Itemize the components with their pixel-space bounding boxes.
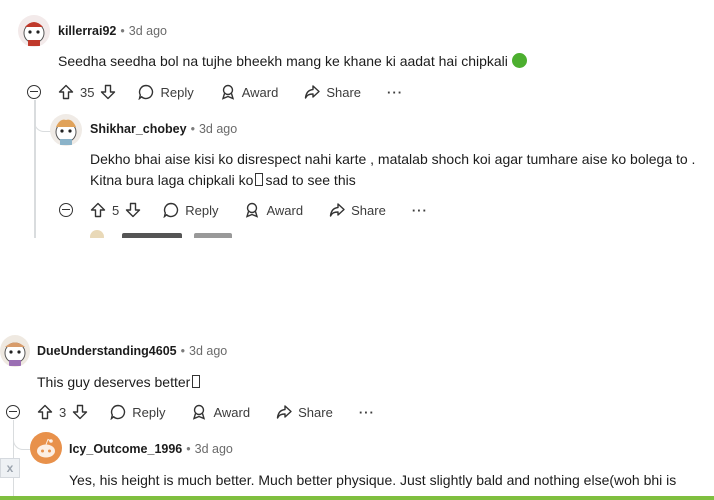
comment-text: Yes, his height is much better. Much bet… <box>69 472 677 488</box>
comment-text-line: Dekho bhai aise kisi ko disrespect nahi … <box>90 151 696 167</box>
share-button[interactable]: Share <box>329 202 386 218</box>
share-icon <box>329 203 345 217</box>
more-options-icon: ··· <box>411 202 428 218</box>
more-options-icon: ··· <box>387 84 404 100</box>
avatar[interactable] <box>18 15 50 47</box>
timestamp[interactable]: 3d ago <box>195 442 233 456</box>
collapse-thread-button[interactable] <box>59 203 73 217</box>
snoo-avatar-icon <box>55 119 77 145</box>
award-icon <box>246 202 259 218</box>
share-icon <box>305 85 321 99</box>
comment-body: This guy deserves better <box>37 372 202 393</box>
collapse-thread-button[interactable] <box>27 85 41 99</box>
separator-dot: • <box>120 24 125 38</box>
share-label: Share <box>326 84 362 100</box>
more-options-button[interactable]: ··· <box>412 203 428 218</box>
comment-body: Yes, his height is much better. Much bet… <box>69 470 699 496</box>
vote-group: 5 <box>90 202 141 218</box>
downvote-icon[interactable] <box>125 202 141 218</box>
comment-body: Seedha seedha bol na tujhe bheekh mang k… <box>58 51 527 72</box>
reply-label: Reply <box>160 84 194 100</box>
comment-actions: 35 Reply Award Share ··· <box>58 82 429 102</box>
more-options-icon: ··· <box>358 404 375 420</box>
comment-text: Seedha seedha bol na tujhe bheekh mang k… <box>58 53 508 69</box>
username[interactable]: DueUnderstanding4605 <box>37 344 177 358</box>
downvote-icon[interactable] <box>100 84 116 100</box>
award-label: Award <box>213 404 251 420</box>
snoo-avatar-icon <box>4 342 26 366</box>
comment-text: Kitna bura laga chipkali ko <box>90 172 254 188</box>
comment-bubble-icon <box>138 84 154 100</box>
default-snoo-icon <box>37 438 55 458</box>
comment-meta: killerrai92 • 3d ago <box>58 24 167 38</box>
comment-meta: DueUnderstanding4605 • 3d ago <box>37 344 227 358</box>
comment-text-line: Kitna bura laga chipkali ko sad to see th… <box>90 170 700 191</box>
award-button[interactable]: Award <box>220 84 279 100</box>
username[interactable]: killerrai92 <box>58 24 116 38</box>
close-icon: x <box>6 461 14 475</box>
comment-meta: Icy_Outcome_1996 • 3d ago <box>69 442 233 456</box>
vote-group: 3 <box>37 404 88 420</box>
share-button[interactable]: Share <box>304 84 361 100</box>
thread-connector <box>12 430 31 450</box>
separator-dot: • <box>186 442 191 456</box>
comment-text: sad to see this <box>265 172 356 188</box>
comment-actions: 5 Reply Award Share ··· <box>90 200 454 220</box>
close-overlay-button[interactable]: x <box>0 458 20 478</box>
share-label: Share <box>351 202 386 218</box>
reply-label: Reply <box>185 202 219 218</box>
upvote-icon[interactable] <box>58 84 74 100</box>
reply-button[interactable]: Reply <box>163 202 218 218</box>
comment-body: Dekho bhai aise kisi ko disrespect nahi … <box>90 149 700 191</box>
comment-text: This guy deserves better <box>37 374 191 390</box>
vote-count: 35 <box>80 84 95 100</box>
award-label: Award <box>241 84 279 100</box>
vote-count: 5 <box>112 202 120 218</box>
share-icon <box>276 405 292 419</box>
username[interactable]: Shikhar_chobey <box>90 122 187 136</box>
username[interactable]: Icy_Outcome_1996 <box>69 442 182 456</box>
more-options-button[interactable]: ··· <box>387 85 403 100</box>
reply-button[interactable]: Reply <box>138 84 194 100</box>
award-button[interactable]: Award <box>191 404 250 420</box>
timestamp[interactable]: 3d ago <box>199 122 237 136</box>
share-label: Share <box>298 404 333 420</box>
comment-meta: Shikhar_chobey • 3d ago <box>90 122 237 136</box>
avatar[interactable] <box>0 335 30 367</box>
sick-face-emoji-icon <box>511 53 527 68</box>
missing-glyph-icon <box>192 375 201 388</box>
upvote-icon[interactable] <box>37 404 53 420</box>
collapse-thread-button[interactable] <box>6 405 20 419</box>
upvote-icon[interactable] <box>90 202 106 218</box>
comment-bubble-icon <box>110 404 126 420</box>
comment-bubble-icon <box>163 202 179 218</box>
missing-glyph-icon <box>255 173 264 186</box>
award-icon <box>193 404 206 420</box>
timestamp[interactable]: 3d ago <box>189 344 227 358</box>
timestamp[interactable]: 3d ago <box>129 24 167 38</box>
award-button[interactable]: Award <box>244 202 303 218</box>
share-button[interactable]: Share <box>276 404 333 420</box>
separator-dot: • <box>180 344 186 358</box>
vote-count: 3 <box>59 404 67 420</box>
downvote-icon[interactable] <box>72 404 88 420</box>
separator-dot: • <box>190 122 195 136</box>
vote-group: 35 <box>58 84 116 100</box>
reply-label: Reply <box>132 404 166 420</box>
reply-button[interactable]: Reply <box>110 404 165 420</box>
award-icon <box>221 84 234 100</box>
comment-actions: 3 Reply Award Share ··· <box>37 402 401 422</box>
snoo-avatar-icon <box>23 22 45 46</box>
more-options-button[interactable]: ··· <box>359 405 375 420</box>
avatar[interactable] <box>30 432 62 464</box>
clipped-reply-preview <box>60 228 260 238</box>
award-label: Award <box>266 202 304 218</box>
bottom-accent-bar <box>0 496 714 500</box>
avatar[interactable] <box>50 114 82 146</box>
